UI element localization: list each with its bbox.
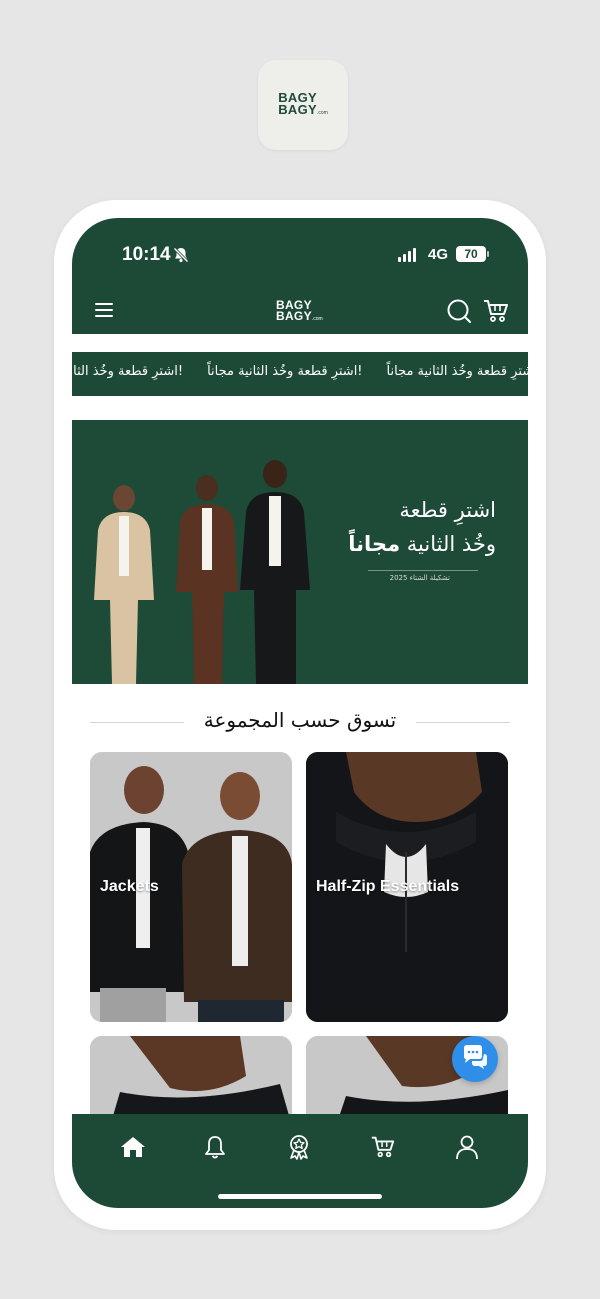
phone-screen: 10:14 4G 70 BAGY BAGY.com !اشترِ قطعة وخ… (72, 218, 528, 1208)
chat-icon (461, 1044, 489, 1074)
app-logo-tile: BAGY BAGY.com (258, 60, 348, 150)
announcement-bar: !اشترِ قطعة وخُذ الثانية مجاناً !اشترِ ق… (72, 352, 528, 396)
announcement-item: !اشترِ قطعة وخُذ الثانية مجاناً (386, 364, 528, 379)
header-logo-line2: BAGY (276, 309, 312, 323)
chat-button[interactable] (452, 1036, 498, 1082)
section-title: تسوق حسب المجموعة (203, 708, 397, 732)
bottom-nav (72, 1114, 528, 1208)
hero-banner[interactable]: اشترِ قطعة وخُذ الثانية مجاناً تشكيلة ال… (72, 420, 528, 684)
network-label: 4G (428, 246, 449, 263)
home-indicator (218, 1194, 382, 1199)
hero-title-plain: وخُذ الثانية (406, 532, 496, 556)
hero-title-line2: وخُذ الثانية مجاناً (348, 532, 496, 556)
menu-icon[interactable] (94, 302, 114, 322)
cart-icon[interactable] (368, 1132, 398, 1162)
category-label: Half-Zip Essentials (316, 878, 460, 895)
header-logo[interactable]: BAGY BAGY.com (276, 299, 323, 325)
category-label: Jackets (100, 878, 159, 895)
category-card-half-zip[interactable]: Half-Zip Essentials (306, 752, 508, 1022)
signal-icon (398, 248, 416, 262)
silent-bell-icon (172, 246, 190, 268)
search-icon[interactable] (446, 298, 472, 328)
category-card-3[interactable] (90, 1036, 292, 1126)
status-time: 10:14 (122, 244, 171, 265)
app-logo: BAGY BAGY.com (278, 91, 328, 119)
header-logo-suffix: .com (311, 316, 323, 322)
hero-title-line1: اشترِ قطعة (399, 498, 496, 522)
badge-icon[interactable] (284, 1132, 314, 1162)
announcement-item: !اشترِ قطعة وخُذ الثانية مجاناً (207, 364, 363, 379)
battery-tip (487, 251, 489, 257)
announcement-track: !اشترِ قطعة وخُذ الثانية مجاناً !اشترِ ق… (72, 364, 528, 379)
category-3-image (90, 1036, 292, 1126)
profile-icon[interactable] (452, 1132, 482, 1162)
bell-icon[interactable] (200, 1132, 230, 1162)
category-card-jackets[interactable]: Jackets (90, 752, 292, 1022)
top-header: 10:14 4G 70 BAGY BAGY.com (72, 218, 528, 334)
battery-icon: 70 (456, 246, 486, 262)
section-heading: تسوق حسب المجموعة (72, 708, 528, 738)
hero-models-image (94, 460, 310, 684)
cart-icon[interactable] (482, 297, 510, 329)
hero-divider (368, 570, 478, 571)
logo-line2: BAGY (278, 101, 317, 117)
hero-subtitle: تشكيلة الشتاء 2025 (389, 574, 450, 582)
hero-title-bold: مجاناً (348, 532, 401, 556)
logo-suffix: .com (316, 109, 328, 116)
phone-frame: 10:14 4G 70 BAGY BAGY.com !اشترِ قطعة وخ… (54, 200, 546, 1230)
announcement-item: !اشترِ قطعة وخُذ الثانية مجاناً (72, 364, 184, 379)
home-icon[interactable] (118, 1132, 148, 1162)
